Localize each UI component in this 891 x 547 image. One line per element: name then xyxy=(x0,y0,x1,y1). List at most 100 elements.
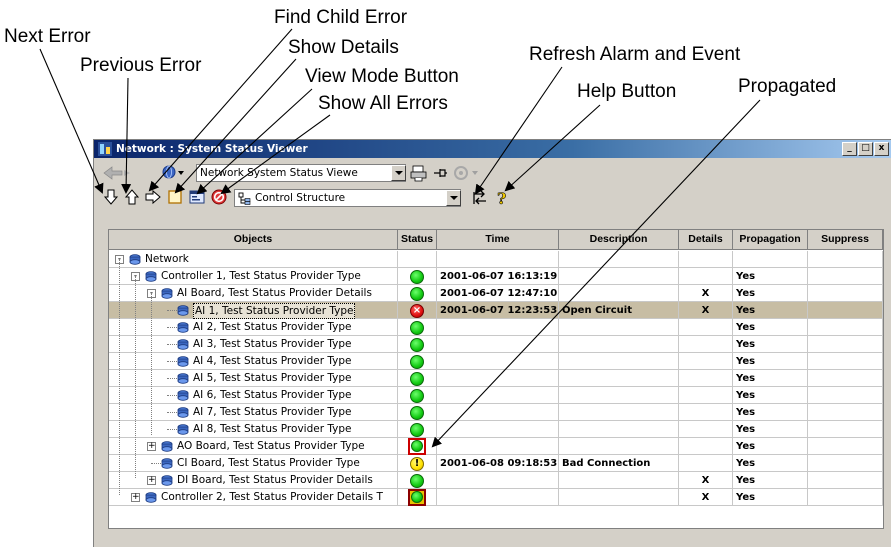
status-ok-icon xyxy=(411,440,423,452)
path-combo-dropdown[interactable] xyxy=(391,165,406,181)
object-icon xyxy=(129,254,141,265)
object-cell: CI Board, Test Status Provider Type xyxy=(109,455,398,472)
callout-show-details: Show Details xyxy=(288,37,399,58)
callout-find-child-error: Find Child Error xyxy=(274,7,408,28)
object-icon xyxy=(177,322,189,333)
table-row[interactable]: - Controller 1, Test Status Provider Type… xyxy=(109,268,883,285)
pin-icon[interactable] xyxy=(432,165,448,181)
propagation-cell: Yes xyxy=(733,421,808,438)
object-cell: AI 8, Test Status Provider Type xyxy=(109,421,398,438)
time-cell xyxy=(437,353,559,370)
path-combo[interactable]: Network System Status Viewe xyxy=(196,164,406,182)
time-cell: 2001-06-07 16:13:19 xyxy=(437,268,559,285)
table-row[interactable]: + Controller 2, Test Status Provider Deta… xyxy=(109,489,883,506)
suppress-cell xyxy=(808,472,883,489)
table-row[interactable]: AI 1, Test Status Provider Type × 2001-06-… xyxy=(109,302,883,319)
help-icon[interactable]: ? xyxy=(493,189,511,207)
table-row[interactable]: AI 3, Test Status Provider Type Yes xyxy=(109,336,883,353)
suppress-cell xyxy=(808,489,883,506)
description-cell xyxy=(559,472,679,489)
table-row[interactable]: + DI Board, Test Status Provider Details X… xyxy=(109,472,883,489)
propagation-cell: Yes xyxy=(733,404,808,421)
column-header-suppress[interactable]: Suppress xyxy=(808,230,883,250)
arrow-up-icon[interactable] xyxy=(123,188,141,206)
tree-connector xyxy=(167,395,177,396)
object-cell: - AI Board, Test Status Provider Details xyxy=(109,285,398,302)
column-header-description[interactable]: Description xyxy=(559,230,679,250)
back-arrow-icon[interactable] xyxy=(102,164,132,182)
object-name: AO Board, Test Status Provider Type xyxy=(177,440,365,452)
table-row[interactable]: AI 7, Test Status Provider Type Yes xyxy=(109,404,883,421)
time-cell xyxy=(437,472,559,489)
details-cell xyxy=(679,268,733,285)
suppress-cell xyxy=(808,268,883,285)
structure-icon xyxy=(238,192,251,205)
table-row[interactable]: AI 2, Test Status Provider Type Yes xyxy=(109,319,883,336)
close-button[interactable]: x xyxy=(874,142,889,156)
refresh-dropdown-icon xyxy=(472,171,478,175)
description-cell xyxy=(559,438,679,455)
description-cell xyxy=(559,268,679,285)
object-icon xyxy=(161,458,173,469)
column-header-time[interactable]: Time xyxy=(437,230,559,250)
propagation-cell: Yes xyxy=(733,387,808,404)
table-row[interactable]: - AI Board, Test Status Provider Details 2… xyxy=(109,285,883,302)
structure-combo[interactable]: Control Structure xyxy=(234,189,461,207)
expand-icon[interactable]: + xyxy=(131,493,140,502)
object-icon xyxy=(161,288,173,299)
table-row[interactable]: CI Board, Test Status Provider Type! 2001… xyxy=(109,455,883,472)
tree-connector xyxy=(167,412,177,413)
view-mode-icon[interactable] xyxy=(188,188,206,206)
details-box-icon[interactable] xyxy=(166,188,184,206)
object-icon xyxy=(177,356,189,367)
object-name: AI 6, Test Status Provider Type xyxy=(193,389,352,401)
propagation-cell: Yes xyxy=(733,489,808,506)
details-cell: X xyxy=(679,489,733,506)
status-cell xyxy=(398,370,437,387)
table-row[interactable]: AI 8, Test Status Provider Type Yes xyxy=(109,421,883,438)
refresh-icon[interactable] xyxy=(471,189,489,207)
print-icon[interactable] xyxy=(410,164,428,182)
suppress-cell xyxy=(808,370,883,387)
globe-icon[interactable] xyxy=(162,165,176,179)
time-cell xyxy=(437,404,559,421)
column-header-propagation[interactable]: Propagation xyxy=(733,230,808,250)
status-ok-icon xyxy=(411,491,423,503)
table-row[interactable]: AI 4, Test Status Provider Type Yes xyxy=(109,353,883,370)
structure-combo-dropdown[interactable] xyxy=(446,190,461,206)
status-cell xyxy=(398,268,437,285)
object-cell: AI 1, Test Status Provider Type xyxy=(109,302,398,319)
callout-show-all-errors: Show All Errors xyxy=(318,93,448,114)
maximize-button[interactable]: □ xyxy=(858,142,873,156)
propagation-cell: Yes xyxy=(733,353,808,370)
column-header-objects[interactable]: Objects xyxy=(109,230,398,250)
table-row[interactable]: + AO Board, Test Status Provider Type Yes xyxy=(109,438,883,455)
arrow-right-icon[interactable] xyxy=(144,188,162,206)
table-row[interactable]: AI 6, Test Status Provider Type Yes xyxy=(109,387,883,404)
status-cell xyxy=(398,251,437,268)
arrow-down-icon[interactable] xyxy=(102,188,120,206)
table-row[interactable]: AI 5, Test Status Provider Type Yes xyxy=(109,370,883,387)
object-name: AI 4, Test Status Provider Type xyxy=(193,355,352,367)
expand-icon[interactable]: + xyxy=(147,442,156,451)
details-cell xyxy=(679,421,733,438)
callout-help-button: Help Button xyxy=(577,81,677,102)
stop-error-icon[interactable] xyxy=(210,188,228,206)
title-bar[interactable]: Network : System Status Viewer _ □ x xyxy=(94,140,891,158)
details-cell xyxy=(679,387,733,404)
expand-icon[interactable]: + xyxy=(147,476,156,485)
details-cell xyxy=(679,336,733,353)
propagation-cell: Yes xyxy=(733,302,808,319)
table-row[interactable]: - Network xyxy=(109,251,883,268)
object-name: AI 3, Test Status Provider Type xyxy=(193,338,352,350)
globe-dropdown-icon[interactable] xyxy=(178,171,184,175)
status-cell: ! xyxy=(398,455,437,472)
propagation-cell: Yes xyxy=(733,438,808,455)
minimize-button[interactable]: _ xyxy=(842,142,857,156)
column-header-status[interactable]: Status xyxy=(398,230,437,250)
callout-next-error: Next Error xyxy=(4,26,91,47)
tree-guide xyxy=(151,293,152,435)
status-cell xyxy=(398,421,437,438)
error-toolbar: Control Structure ? xyxy=(98,186,518,210)
column-header-details[interactable]: Details xyxy=(679,230,733,250)
